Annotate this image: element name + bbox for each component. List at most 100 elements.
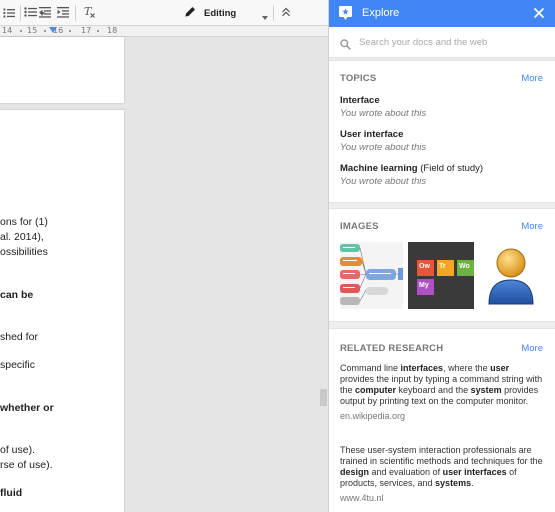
topic-subtitle: You wrote about this (340, 176, 427, 187)
interface-diagram-image (340, 244, 403, 305)
images-more-link[interactable]: More (521, 221, 543, 232)
topic-type: (Field of study) (420, 163, 484, 174)
research-text-segment: and evaluation of (369, 467, 443, 477)
ruler-number: 14 (2, 26, 13, 35)
ruler-number: 16 (53, 26, 64, 35)
tile-label: My (419, 282, 429, 289)
research-item[interactable]: Command line interfaces, where the user … (340, 363, 545, 421)
topic-item[interactable]: Interface You wrote about this (340, 95, 426, 119)
topic-name-line: User interface (340, 129, 426, 140)
document-text-line: al. 2014), (0, 231, 44, 243)
related-research-more-link[interactable]: More (521, 343, 543, 354)
research-item[interactable]: These user-system interaction profession… (340, 445, 545, 503)
research-source: en.wikipedia.org (340, 411, 406, 421)
topic-name: Interface (340, 95, 380, 106)
topic-subtitle: You wrote about this (340, 142, 427, 153)
toolbar: T Editing (0, 0, 328, 26)
ruler-tick (44, 30, 46, 32)
research-text-segment: , where the (443, 363, 491, 373)
search-input[interactable] (359, 34, 549, 51)
document-text-line: whether or (0, 402, 54, 414)
tile-my: My (417, 279, 434, 295)
explore-icon (339, 6, 352, 20)
increase-indent-icon (57, 6, 69, 21)
ruler-number: 15 (27, 26, 38, 35)
document-text-line: of use). (0, 444, 36, 456)
topic-subtitle: You wrote about this (340, 108, 427, 119)
toolbar-separator (75, 5, 76, 21)
topic-item[interactable]: Machine learning (Field of study) You wr… (340, 163, 483, 187)
research-text-highlight: design (340, 467, 370, 477)
close-icon[interactable] (532, 6, 546, 20)
increase-indent-button[interactable] (56, 4, 70, 22)
related-research-heading: RELATED RESEARCH (340, 343, 444, 354)
document-text-line: ossibilities (0, 246, 48, 258)
scrollbar-thumb[interactable] (320, 389, 327, 406)
tile-label: Tr (439, 263, 446, 270)
editing-mode-label: Editing (204, 7, 237, 19)
explore-header: Explore (329, 0, 555, 27)
document-text-line: ons for (1) (0, 216, 48, 228)
toolbar-separator (20, 5, 21, 21)
research-text-highlight: user (490, 363, 510, 373)
topic-name: Machine learning (340, 163, 418, 174)
tile-ow: Ow (417, 260, 434, 276)
document-text-line: specific (0, 359, 36, 371)
research-text-highlight: system (470, 385, 502, 395)
ruler-number: 18 (107, 26, 118, 35)
research-text-highlight: interfaces (400, 363, 444, 373)
ruler[interactable]: 14 15 16 17 18 (0, 26, 328, 37)
document-text-line: shed for (0, 331, 38, 343)
image-result-tiles[interactable]: Ow Tr Wo My (408, 242, 474, 309)
ruler-number: 17 (81, 26, 92, 35)
editing-mode-dropdown[interactable]: Editing (185, 4, 268, 23)
pencil-icon (185, 6, 196, 20)
research-text-segment: keyboard and the (396, 385, 471, 395)
topics-heading: TOPICS (340, 73, 377, 84)
research-text-segment: . (471, 478, 474, 488)
numbered-list-icon[interactable] (2, 4, 16, 22)
document-text-line: fluid (0, 487, 23, 499)
tile-label: Wo (459, 263, 470, 270)
decrease-indent-button[interactable] (38, 4, 52, 22)
search-box (329, 27, 555, 58)
document-page[interactable]: ons for (1) al. 2014), ossibilities can … (0, 110, 124, 512)
toolbar-separator (273, 5, 274, 21)
clear-formatting-icon: T (83, 5, 96, 21)
clear-formatting-button[interactable]: T (81, 4, 97, 22)
decrease-indent-icon (39, 6, 51, 21)
tile-tr: Tr (437, 260, 454, 276)
topic-name-line: Machine learning (Field of study) (340, 163, 483, 174)
collapse-toolbar-button[interactable] (279, 4, 293, 22)
explore-panel: Explore TOPICS More Interface You wrote … (328, 0, 555, 512)
research-text-highlight: systems (435, 478, 472, 488)
document-page[interactable] (0, 37, 124, 103)
document-text-line: can be (0, 289, 34, 301)
ruler-tick (20, 30, 22, 32)
research-snippet: Command line interfaces, where the user … (340, 363, 545, 407)
chevron-down-icon (262, 11, 268, 23)
research-text-segment: These user-system interaction profession… (340, 445, 543, 466)
image-result-user[interactable] (480, 242, 542, 309)
ruler-tick (69, 30, 71, 32)
ruler-tick (97, 30, 99, 32)
research-source: www.4tu.nl (340, 493, 384, 503)
user-avatar-image (488, 248, 534, 305)
research-text-highlight: user interfaces (442, 467, 507, 477)
images-heading: IMAGES (340, 221, 379, 232)
research-text-highlight: computer (355, 385, 397, 395)
topic-name: User interface (340, 129, 404, 140)
tile-label: Ow (419, 263, 430, 270)
explore-title: Explore (362, 7, 400, 19)
image-result-diagram[interactable] (340, 242, 403, 309)
double-chevron-up-icon (281, 7, 291, 20)
bulleted-list-icon (23, 6, 37, 21)
research-text-segment: Command line (340, 363, 401, 373)
document-area: T Editing 14 15 16 17 18 ons for (1) al.… (0, 0, 328, 512)
topic-item[interactable]: User interface You wrote about this (340, 129, 426, 153)
document-text-line: rse of use). (0, 459, 53, 471)
topics-card: TOPICS More Interface You wrote about th… (329, 60, 555, 203)
related-research-card: RELATED RESEARCH More Command line inter… (329, 328, 555, 512)
topics-more-link[interactable]: More (521, 73, 543, 84)
topic-name-line: Interface (340, 95, 426, 106)
